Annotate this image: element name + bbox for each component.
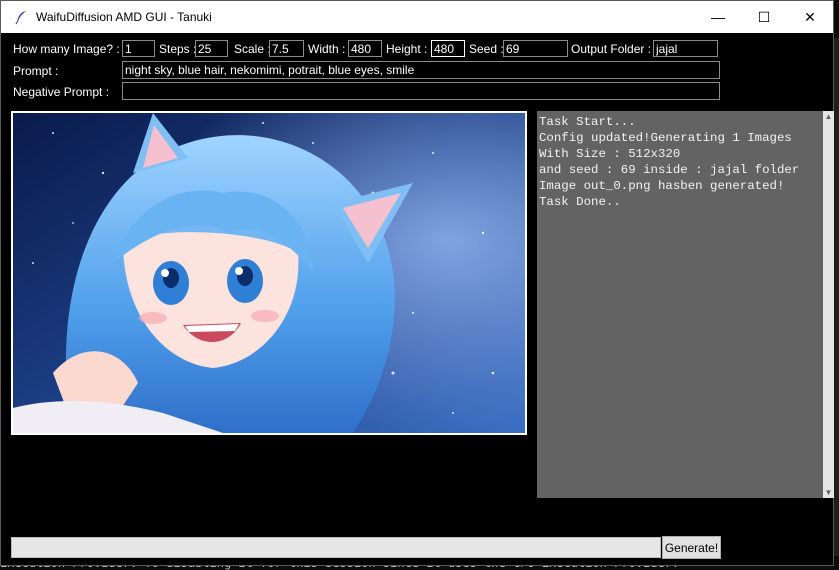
output-folder-label: Output Folder : (571, 42, 652, 56)
steps-input[interactable] (195, 40, 228, 57)
scroll-up-icon[interactable]: ▲ (823, 111, 834, 122)
height-input[interactable] (431, 40, 465, 57)
title-bar[interactable]: WaifuDiffusion AMD GUI - Tanuki — ☐ ✕ (1, 1, 833, 33)
log-scrollbar[interactable]: ▲ ▼ (823, 111, 834, 498)
width-input[interactable] (348, 40, 382, 57)
how-many-label: How many Image? : (13, 42, 120, 56)
prompt-input[interactable] (122, 61, 720, 79)
scale-label: Scale : (234, 42, 271, 56)
width-label: Width : (308, 42, 346, 56)
seed-label: Seed : (469, 42, 504, 56)
generate-button[interactable]: Generate! (662, 536, 721, 559)
scale-input[interactable] (269, 40, 304, 57)
log-output[interactable]: Task Start... Config updated!Generating … (537, 111, 823, 498)
maximize-button[interactable]: ☐ (741, 1, 787, 33)
close-button[interactable]: ✕ (787, 1, 833, 33)
window-title: WaifuDiffusion AMD GUI - Tanuki (36, 10, 212, 24)
how-many-input[interactable] (122, 40, 155, 57)
minimize-button[interactable]: — (695, 1, 741, 33)
negative-prompt-input[interactable] (122, 82, 720, 100)
generated-image (11, 111, 527, 435)
steps-label: Steps : (159, 42, 197, 56)
terminal-edge (834, 38, 839, 556)
negative-prompt-label: Negative Prompt : (13, 85, 110, 99)
seed-input[interactable] (503, 40, 568, 57)
app-window: WaifuDiffusion AMD GUI - Tanuki — ☐ ✕ Ho… (0, 0, 834, 566)
scroll-down-icon[interactable]: ▼ (823, 487, 834, 498)
output-folder-input[interactable] (653, 40, 718, 57)
progress-bar (11, 537, 661, 558)
feather-icon (13, 9, 29, 25)
height-label: Height : (386, 42, 428, 56)
prompt-label: Prompt : (13, 64, 59, 78)
